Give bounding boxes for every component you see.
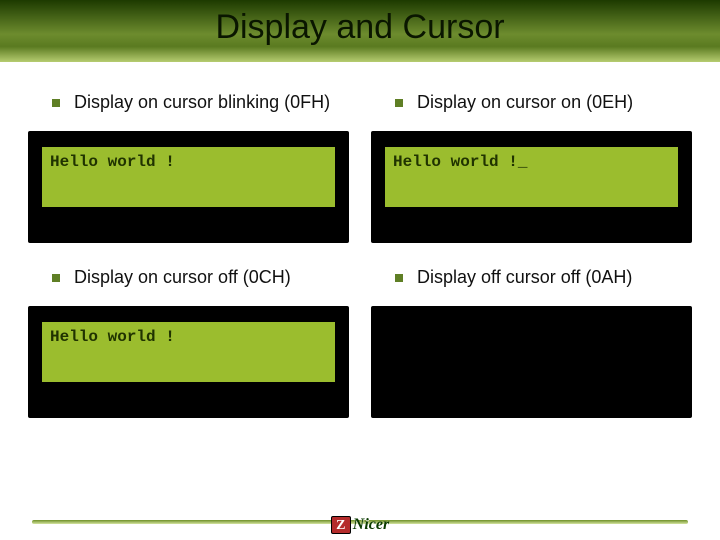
slide-title: Display and Cursor: [0, 0, 720, 54]
lcd-text: [385, 322, 678, 382]
square-bullet-icon: [395, 274, 403, 282]
lcd-display-on-cursor-blinking: Hello world !: [28, 131, 349, 243]
bullet-label: Display on cursor on (0EH): [417, 92, 633, 113]
logo: Z Nicer: [331, 516, 389, 534]
title-bar: Display and Cursor: [0, 0, 720, 62]
lcd-display-on-cursor-off: Hello world !: [28, 306, 349, 418]
square-bullet-icon: [395, 99, 403, 107]
bullet-display-on-cursor-on: Display on cursor on (0EH): [371, 82, 692, 117]
footer: Z Nicer: [0, 510, 720, 540]
grid: Display on cursor blinking (0FH) Display…: [28, 82, 692, 418]
lcd-text: Hello world !: [42, 147, 335, 207]
lcd-display-off-cursor-off: [371, 306, 692, 418]
square-bullet-icon: [52, 99, 60, 107]
bullet-display-on-cursor-blinking: Display on cursor blinking (0FH): [28, 82, 349, 117]
content-area: Display on cursor blinking (0FH) Display…: [0, 62, 720, 510]
bullet-display-on-cursor-off: Display on cursor off (0CH): [28, 257, 349, 292]
lcd-text: Hello world !: [42, 322, 335, 382]
bullet-label: Display on cursor blinking (0FH): [74, 92, 330, 113]
lcd-display-on-cursor-on: Hello world !_: [371, 131, 692, 243]
logo-z-icon: Z: [331, 516, 351, 534]
square-bullet-icon: [52, 274, 60, 282]
lcd-text: Hello world !_: [385, 147, 678, 207]
bullet-label: Display off cursor off (0AH): [417, 267, 632, 288]
logo-brand: Nicer: [353, 516, 389, 534]
bullet-display-off-cursor-off: Display off cursor off (0AH): [371, 257, 692, 292]
bullet-label: Display on cursor off (0CH): [74, 267, 291, 288]
